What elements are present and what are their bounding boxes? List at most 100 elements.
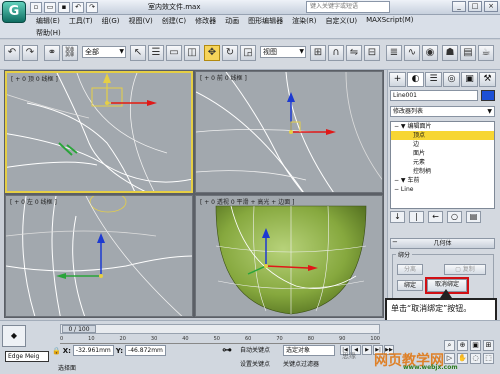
render-frame-icon[interactable]: ▤ [460, 45, 476, 61]
remove-modifier-icon[interactable]: ○ [447, 211, 462, 223]
rotate-icon[interactable]: ↻ [222, 45, 238, 61]
detach-button[interactable]: 分离 [397, 264, 423, 275]
auto-key-button[interactable]: 自动关键点 [240, 345, 270, 354]
app-logo-button[interactable]: G [2, 1, 26, 23]
rollout-geometry[interactable]: 几何体 [390, 238, 495, 249]
stack-item-element[interactable]: 元素 [391, 158, 494, 167]
tab-display[interactable]: ▣ [461, 72, 478, 87]
viewport-perspective[interactable]: [ + 0 透视 0 平滑 + 高光 + 边面 ] [195, 195, 383, 317]
x-coordinate-field[interactable]: -32.961mm [72, 345, 114, 356]
menu-edit[interactable]: 编辑(E) [36, 16, 60, 26]
menu-rendering[interactable]: 渲染(R) [292, 16, 316, 26]
selected-object-dropdown[interactable]: 选定对象 [283, 345, 335, 356]
key-icon[interactable]: ⊶ [218, 345, 236, 359]
viewport-front[interactable]: [ + 0 前 0 线框 ] [195, 71, 383, 193]
stack-item-vertex[interactable]: 顶点 [391, 131, 494, 140]
pivot-icon[interactable]: ⊞ [310, 45, 326, 61]
viewport-top[interactable]: [ + 0 顶 0 线框 ] [5, 71, 193, 193]
menu-views[interactable]: 视图(V) [129, 16, 153, 26]
viewport-label[interactable]: [ + 0 顶 0 线框 ] [11, 74, 58, 83]
stack-item-handle[interactable]: 控制柄 [391, 167, 494, 176]
region-select-icon[interactable]: ▭ [166, 45, 182, 61]
tab-hierarchy[interactable]: ☰ [425, 72, 442, 87]
save-file-icon[interactable]: ▪ [58, 2, 70, 13]
viewport-left[interactable]: [ + 0 左 0 线框 ] [5, 195, 193, 317]
new-file-icon[interactable]: ▫ [30, 2, 42, 13]
snap-icon[interactable]: ∩ [328, 45, 344, 61]
stack-item-line[interactable]: − Line [391, 185, 494, 194]
zoom-all-icon[interactable]: ⊕ [457, 340, 468, 351]
select-by-name-icon[interactable]: ☰ [148, 45, 164, 61]
set-key-button[interactable]: 设置关键点 [240, 359, 270, 368]
show-end-result-icon[interactable]: | [409, 211, 424, 223]
stack-item-edit-patch[interactable]: − ▼ 编辑面片 [391, 122, 494, 131]
menu-customize[interactable]: 自定义(U) [325, 16, 357, 26]
menu-group[interactable]: 组(G) [102, 16, 120, 26]
curve-editor-icon[interactable]: ∿ [404, 45, 420, 61]
open-file-icon[interactable]: ▭ [44, 2, 56, 13]
layer-icon[interactable]: ≣ [386, 45, 402, 61]
undo-icon[interactable]: ↶ [72, 2, 84, 13]
menu-tools[interactable]: 工具(T) [69, 16, 93, 26]
align-icon[interactable]: ⊟ [364, 45, 380, 61]
select-icon[interactable]: ↖ [130, 45, 146, 61]
viewport-label[interactable]: [ + 0 前 0 线框 ] [200, 73, 247, 82]
selection-filter-dropdown[interactable]: 全部 ▼ [82, 46, 126, 58]
zoom-extents-all-icon[interactable]: ⊞ [483, 340, 494, 351]
render-icon[interactable]: ☕ [478, 45, 494, 61]
viewport-label[interactable]: [ + 0 透视 0 平滑 + 高光 + 边面 ] [200, 197, 294, 206]
viewport-label[interactable]: [ + 0 左 0 线框 ] [10, 197, 57, 206]
stack-item-lathe[interactable]: − ▼ 车前 [391, 176, 494, 185]
window-crossing-icon[interactable]: ◫ [184, 45, 200, 61]
maxscript-mini-listener[interactable]: Edge Meig [5, 351, 49, 362]
copy-checkbox[interactable]: ▢ 复制 [444, 264, 486, 275]
max-listener-button[interactable]: ◆ [2, 325, 26, 347]
link-icon[interactable]: ⚭ [44, 45, 60, 61]
mirror-icon[interactable]: ⇋ [346, 45, 362, 61]
fov-icon[interactable]: ▷ [444, 353, 455, 364]
object-color-swatch[interactable] [481, 90, 495, 101]
time-ruler[interactable]: 0 10 20 30 40 50 60 70 80 90 100 [60, 336, 380, 344]
zoom-icon[interactable]: ⌕ [444, 340, 455, 351]
tab-modify[interactable]: ◐ [407, 72, 424, 87]
tab-utilities[interactable]: ⚒ [479, 72, 496, 87]
menu-animation[interactable]: 动画 [225, 16, 239, 26]
maximize-viewport-icon[interactable]: ⬚ [483, 353, 494, 364]
zoom-extents-icon[interactable]: ▣ [470, 340, 481, 351]
bind-button[interactable]: 绑定 [397, 280, 423, 291]
y-coordinate-field[interactable]: -46.872mm [125, 345, 166, 356]
unlink-icon[interactable]: ⛓ [62, 45, 78, 61]
stack-item-patch[interactable]: 面片 [391, 149, 494, 158]
play-icon[interactable]: ▶ [362, 345, 372, 355]
make-unique-icon[interactable]: ← [428, 211, 443, 223]
redo-icon[interactable]: ↷ [86, 2, 98, 13]
redo-icon[interactable]: ↷ [22, 45, 38, 61]
menu-help[interactable]: 帮助(H) [36, 29, 61, 37]
move-icon[interactable]: ✥ [204, 45, 220, 61]
pin-stack-icon[interactable]: ↓ [390, 211, 405, 223]
modifier-list-dropdown[interactable]: 修改器列表 ▼ [390, 106, 495, 117]
material-editor-icon[interactable]: ◉ [422, 45, 438, 61]
menu-modifiers[interactable]: 修改器 [195, 16, 216, 26]
stack-item-edge[interactable]: 边 [391, 140, 494, 149]
time-slider-thumb[interactable]: 0 / 100 [62, 325, 96, 333]
pan-icon[interactable]: ✋ [457, 353, 468, 364]
undo-icon[interactable]: ↶ [4, 45, 20, 61]
minimize-button[interactable]: _ [452, 1, 466, 12]
menu-maxscript[interactable]: MAXScript(M) [366, 16, 413, 26]
lock-selection-icon[interactable]: 🔒 [52, 347, 61, 355]
tab-create[interactable]: + [389, 72, 406, 87]
key-filters-button[interactable]: 关键点过滤器 [283, 359, 319, 368]
search-input[interactable]: 键入关键字或短语 [306, 1, 390, 13]
tab-motion[interactable]: ◎ [443, 72, 460, 87]
object-name-field[interactable]: Line001 [390, 90, 478, 101]
menu-graph-editors[interactable]: 图形编辑器 [248, 16, 283, 26]
configure-sets-icon[interactable]: ▤ [466, 211, 481, 223]
time-slider[interactable]: 0 / 100 [60, 324, 380, 334]
rollout-collapse-icon[interactable]: − [392, 238, 398, 246]
reference-coord-dropdown[interactable]: 视图 ▼ [260, 46, 306, 58]
close-button[interactable]: × [484, 1, 498, 12]
scale-icon[interactable]: ◲ [240, 45, 256, 61]
orbit-icon[interactable]: ◌ [470, 353, 481, 364]
maximize-button[interactable]: □ [468, 1, 482, 12]
